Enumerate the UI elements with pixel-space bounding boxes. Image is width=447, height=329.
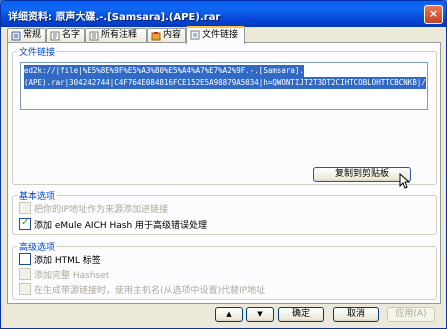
ed2k-link-line-1: ed2k://|file|%E5%8E%9F%E5%A3%B0%E5%A4%A7… bbox=[24, 65, 304, 77]
tab-all-comments[interactable]: 所有注释 bbox=[85, 28, 147, 42]
checkbox-box: ✓ bbox=[19, 217, 31, 230]
comments-icon bbox=[89, 31, 99, 41]
tab-content[interactable]: 内容 bbox=[147, 28, 186, 42]
checkbox-label: 添加 HTML 标签 bbox=[34, 256, 101, 266]
checkbox-box bbox=[19, 253, 31, 265]
checkbox-label: 在生成带源链接时，使用主机名(从选项中设置)代替IP地址 bbox=[34, 286, 266, 296]
checkbox-box bbox=[19, 283, 31, 295]
checkbox-label: 把你的IP地址作为来源添加进链接 bbox=[34, 205, 169, 215]
basic-options-title: 基本选项 bbox=[17, 189, 58, 202]
advanced-options-group: 高级选项 添加 HTML 标签 添加完整 Hashset 在生成带源链接时，使用… bbox=[12, 240, 437, 300]
checkbox-label: 添加完整 Hashset bbox=[34, 271, 110, 281]
ed2k-link-line-2: (APE).rar|304242744|C4F764E084816FCE152E… bbox=[24, 77, 426, 89]
details-dialog: 详细资料: 原声大碟.-.[Samsara].(APE).rar × 常规 名字… bbox=[0, 0, 447, 329]
tab-file-link[interactable]: 文件链接 bbox=[186, 26, 245, 44]
window-title: 详细资料: 原声大碟.-.[Samsara].(APE).rar bbox=[8, 12, 221, 23]
ed2k-link-textbox[interactable]: ed2k://|file|%E5%8E%9F%E5%A3%B0%E5%A4%A7… bbox=[20, 62, 428, 110]
checkbox-box bbox=[19, 202, 31, 214]
tab-label: 名字 bbox=[62, 30, 81, 40]
tab-label: 内容 bbox=[163, 30, 182, 40]
next-button[interactable]: ▼ bbox=[246, 307, 274, 322]
file-link-group: 文件链接 ed2k://|file|%E5%8E%9F%E5%A3%B0%E5%… bbox=[12, 45, 437, 189]
basic-options-group: 基本选项 把你的IP地址作为来源添加进链接 ✓ 添加 eMule AICH Ha… bbox=[12, 189, 437, 235]
info-icon bbox=[11, 31, 21, 41]
advanced-options-title: 高级选项 bbox=[17, 240, 58, 253]
tab-label: 所有注释 bbox=[101, 30, 138, 40]
checkbox-label: 添加 eMule AICH Hash 用于高级错误处理 bbox=[34, 221, 208, 231]
mouse-cursor-icon bbox=[399, 173, 411, 189]
content-icon bbox=[151, 32, 161, 41]
tab-panel: 文件链接 ed2k://|file|%E5%8E%9F%E5%A3%B0%E5%… bbox=[7, 42, 441, 304]
tab-general[interactable]: 常规 bbox=[7, 28, 46, 42]
tab-label: 文件链接 bbox=[202, 30, 239, 40]
tab-name[interactable]: 名字 bbox=[46, 28, 85, 42]
apply-button[interactable]: 应用(A) bbox=[387, 307, 435, 322]
checkmark-icon: ✓ bbox=[21, 217, 30, 228]
ok-button[interactable]: 确定 bbox=[278, 307, 324, 322]
close-button[interactable]: × bbox=[424, 5, 443, 24]
link-icon bbox=[190, 30, 200, 40]
file-link-group-title: 文件链接 bbox=[17, 45, 58, 58]
title-bar[interactable]: 详细资料: 原声大碟.-.[Samsara].(APE).rar × bbox=[1, 1, 446, 27]
tab-label: 常规 bbox=[23, 30, 42, 40]
copy-to-clipboard-button[interactable]: 复制到剪贴板 bbox=[313, 167, 411, 182]
checkbox-box bbox=[19, 268, 31, 280]
name-icon bbox=[50, 31, 60, 41]
previous-button[interactable]: ▲ bbox=[215, 307, 243, 322]
cancel-button[interactable]: 取消 bbox=[333, 307, 379, 322]
